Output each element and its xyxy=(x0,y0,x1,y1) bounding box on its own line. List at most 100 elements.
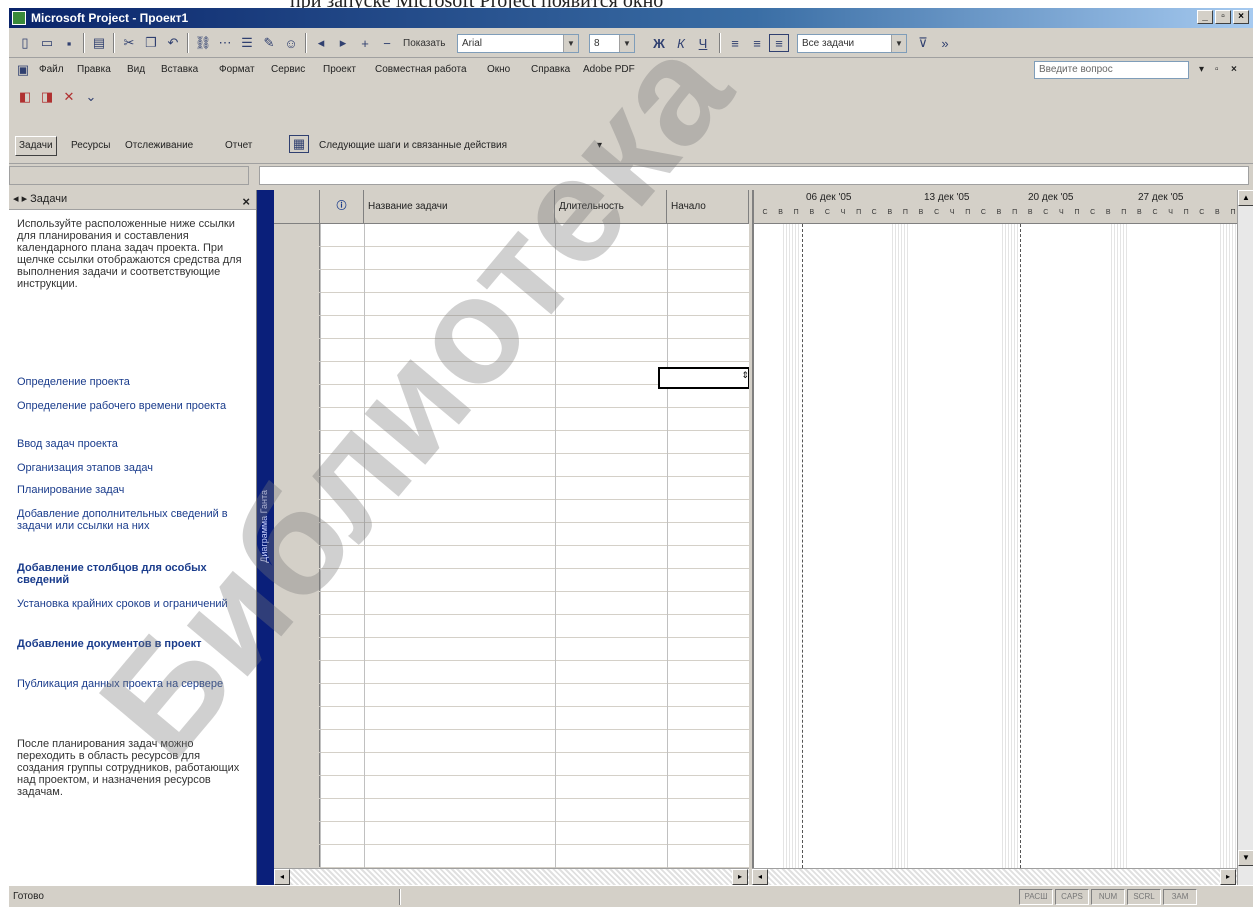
scroll-right-icon[interactable]: ▸ xyxy=(732,869,748,885)
italic-button[interactable]: К xyxy=(671,34,691,52)
print-icon[interactable]: ▤ xyxy=(89,34,109,52)
table-row xyxy=(274,706,749,707)
guide-report[interactable]: Отчет xyxy=(225,140,252,151)
bold-button[interactable]: Ж xyxy=(649,34,669,52)
align-left-icon[interactable]: ≡ xyxy=(725,34,745,52)
menu-insert[interactable]: Вставка xyxy=(161,64,198,75)
indicator-column-header[interactable]: ⓘ xyxy=(320,190,364,224)
link-add-info[interactable]: Добавление дополнительных сведений в зад… xyxy=(17,508,247,532)
autofilter-icon[interactable]: ⊽ xyxy=(913,34,933,52)
underline-button[interactable]: Ч xyxy=(693,34,713,52)
entry-selector[interactable] xyxy=(9,166,249,185)
toolbar-options-icon[interactable]: » xyxy=(935,34,955,52)
menu-tools[interactable]: Сервис xyxy=(271,64,305,75)
help-question-input[interactable]: Введите вопрос xyxy=(1034,61,1189,79)
scroll-down-icon[interactable]: ▼ xyxy=(1238,850,1253,866)
day-label: П xyxy=(1230,209,1236,216)
save-icon[interactable]: ▪ xyxy=(59,34,79,52)
progress-icon[interactable]: ◨ xyxy=(37,88,57,106)
menu-edit[interactable]: Правка xyxy=(77,64,111,75)
undo-icon[interactable]: ↶ xyxy=(163,34,183,52)
arrow-right-icon[interactable]: ▸ xyxy=(333,34,353,52)
menu-window[interactable]: Окно xyxy=(487,64,510,75)
cut-icon[interactable]: ✂ xyxy=(119,34,139,52)
assign-resources-icon[interactable]: ☺ xyxy=(281,34,301,52)
scroll-left-icon[interactable]: ◂ xyxy=(274,869,290,885)
link-working-time[interactable]: Определение рабочего времени проекта xyxy=(17,400,247,412)
gantt-chart[interactable]: 06 дек '05 13 дек '05 20 дек '05 27 дек … xyxy=(752,190,1237,868)
show-label[interactable]: Показать xyxy=(403,38,446,49)
link-add-columns[interactable]: Добавление столбцов для особых сведений xyxy=(17,562,247,586)
entry-field[interactable] xyxy=(259,166,1249,185)
scroll-left-icon[interactable]: ◂ xyxy=(752,869,768,885)
table-row xyxy=(274,269,749,270)
link-schedule-tasks[interactable]: Планирование задач xyxy=(17,484,247,496)
doc-restore-icon[interactable]: ▫ xyxy=(1215,64,1219,75)
guide-tracking[interactable]: Отслеживание xyxy=(125,140,193,151)
link-add-documents[interactable]: Добавление документов в проект xyxy=(17,638,247,650)
gantt-horizontal-scrollbar[interactable]: ◂ ▸ xyxy=(752,868,1237,885)
tracking-icon[interactable]: ◧ xyxy=(15,88,35,106)
doc-close-icon[interactable]: × xyxy=(1231,64,1237,75)
link-define-project[interactable]: Определение проекта xyxy=(17,376,247,388)
indicator-caps: CAPS xyxy=(1055,889,1089,905)
back-forward-icon[interactable]: ◂ ▸ xyxy=(13,193,30,205)
link-enter-tasks[interactable]: Ввод задач проекта xyxy=(17,438,247,450)
copy-icon[interactable]: ❐ xyxy=(141,34,161,52)
new-file-icon[interactable]: ▯ xyxy=(15,34,35,52)
menu-file[interactable]: Файл xyxy=(39,64,64,75)
menu-format[interactable]: Формат xyxy=(219,64,255,75)
task-sheet[interactable]: ⓘ Название задачи Длительность Начало ⇕ xyxy=(274,190,749,868)
task-name-column-header[interactable]: Название задачи xyxy=(364,190,555,224)
scroll-right-icon[interactable]: ▸ xyxy=(1220,869,1236,885)
toolbar-options-icon[interactable]: ⌄ xyxy=(81,88,101,106)
align-center-icon[interactable]: ≡ xyxy=(747,34,767,52)
menu-adobe-pdf[interactable]: Adobe PDF xyxy=(583,64,635,75)
guide-tasks-button[interactable]: Задачи xyxy=(15,136,57,156)
open-folder-icon[interactable]: ▭ xyxy=(37,34,57,52)
split-task-icon[interactable]: ⋯ xyxy=(215,34,235,52)
indicator-ovr: ЗАМ xyxy=(1163,889,1197,905)
duration-column-header[interactable]: Длительность xyxy=(555,190,667,224)
minimize-button[interactable]: _ xyxy=(1197,10,1213,24)
help-dropdown-icon[interactable]: ▾ xyxy=(1199,64,1204,75)
font-name-select[interactable]: Arial ▼ xyxy=(457,34,579,53)
sheet-horizontal-scrollbar[interactable]: ◂ ▸ xyxy=(274,868,749,885)
guide-next-steps-chevron-icon[interactable]: ▾ xyxy=(597,140,602,151)
guide-view-icon[interactable]: ▦ xyxy=(289,135,309,153)
resource-usage-icon[interactable]: ✕ xyxy=(59,88,79,106)
menu-help[interactable]: Справка xyxy=(531,64,570,75)
active-cell[interactable]: ⇕ xyxy=(658,367,749,389)
menu-project[interactable]: Проект xyxy=(323,64,356,75)
corner-header[interactable] xyxy=(274,190,320,224)
scroll-up-icon[interactable]: ▲ xyxy=(1238,190,1253,206)
link-tasks-icon[interactable]: ⛓ xyxy=(193,34,213,52)
vertical-scrollbar[interactable]: ▲ ▼ xyxy=(1237,190,1253,885)
table-row xyxy=(274,499,749,500)
plus-icon[interactable]: + xyxy=(355,34,375,52)
view-bar[interactable]: Диаграмма Ганта xyxy=(257,190,274,885)
day-label: Ч xyxy=(840,209,846,216)
link-organize-phases[interactable]: Организация этапов задач xyxy=(17,462,247,474)
link-publish[interactable]: Публикация данных проекта на сервере xyxy=(17,678,247,690)
link-deadlines[interactable]: Установка крайних сроков и ограничений xyxy=(17,598,247,610)
menu-view[interactable]: Вид xyxy=(127,64,145,75)
table-row xyxy=(274,775,749,776)
tasks-pane-close-button[interactable]: × xyxy=(242,192,250,211)
minus-icon[interactable]: − xyxy=(377,34,397,52)
filter-select[interactable]: Все задачи ▼ xyxy=(797,34,907,53)
arrow-left-icon[interactable]: ◂ xyxy=(311,34,331,52)
document-icon[interactable]: ▣ xyxy=(13,61,33,79)
maximize-button[interactable]: ▫ xyxy=(1215,10,1231,24)
spinner-icon[interactable]: ⇕ xyxy=(741,370,749,381)
day-label: В xyxy=(778,209,783,216)
start-column-header[interactable]: Начало xyxy=(667,190,749,224)
notes-icon[interactable]: ✎ xyxy=(259,34,279,52)
menu-collaborate[interactable]: Совместная работа xyxy=(375,64,467,75)
guide-next-steps[interactable]: Следующие шаги и связанные действия xyxy=(319,140,507,151)
task-info-icon[interactable]: ☰ xyxy=(237,34,257,52)
align-right-icon[interactable]: ≡ xyxy=(769,34,789,52)
close-button[interactable]: × xyxy=(1233,10,1249,24)
font-size-select[interactable]: 8 ▼ xyxy=(589,34,635,53)
guide-resources[interactable]: Ресурсы xyxy=(71,140,110,151)
